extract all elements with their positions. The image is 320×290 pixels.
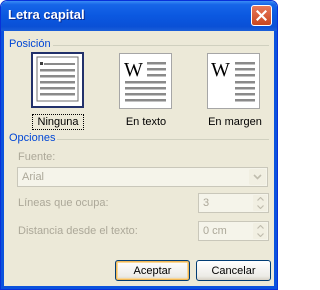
title-bar[interactable]: Letra capital — [1, 1, 277, 31]
distance-spin-buttons — [253, 223, 267, 239]
dropcap-glyph: W — [124, 59, 143, 81]
chevron-down-icon — [253, 174, 262, 180]
font-select[interactable]: Arial — [17, 167, 268, 187]
option-in-margin-label[interactable]: En margen — [205, 116, 265, 128]
window-frame-right — [274, 31, 277, 289]
option-none-tile[interactable] — [31, 52, 84, 108]
chevron-down-icon — [256, 205, 264, 209]
distance-value: 0 cm — [203, 225, 227, 237]
close-icon — [256, 10, 267, 21]
dialog-window: Letra capital Posición Ninguna W En text… — [0, 0, 278, 290]
distance-increment-button[interactable] — [253, 223, 267, 231]
lines-label: Líneas que ocupa: — [18, 197, 109, 209]
options-section-label: Opciones — [9, 132, 56, 144]
distance-spinner[interactable]: 0 cm — [198, 221, 269, 241]
option-none-label[interactable]: Ninguna — [32, 114, 84, 130]
window-title: Letra capital — [8, 7, 85, 22]
no-dropcap-icon — [36, 56, 79, 102]
font-label: Fuente: — [18, 151, 56, 163]
chevron-up-icon — [256, 197, 264, 201]
lines-spinner[interactable]: 3 — [198, 193, 269, 213]
margin-glyph: W — [211, 59, 230, 81]
ok-button[interactable]: Aceptar — [115, 260, 190, 281]
lines-increment-button[interactable] — [253, 195, 267, 203]
window-frame-bottom — [1, 286, 277, 289]
lines-spin-buttons — [253, 195, 267, 211]
font-value: Arial — [22, 171, 45, 183]
options-divider — [57, 139, 269, 140]
chevron-down-icon — [256, 233, 264, 237]
lines-decrement-button[interactable] — [253, 203, 267, 211]
option-in-text-tile[interactable]: W — [119, 53, 172, 109]
position-divider — [53, 45, 269, 46]
lines-value: 3 — [203, 197, 210, 209]
distance-decrement-button[interactable] — [253, 231, 267, 239]
option-in-text-label[interactable]: En texto — [118, 116, 174, 128]
dropped-icon: W — [124, 59, 166, 102]
option-in-margin-tile[interactable]: W — [207, 53, 260, 109]
distance-label: Distancia desde el texto: — [18, 225, 138, 237]
position-section-label: Posición — [9, 38, 51, 50]
font-dropdown-button[interactable] — [249, 169, 266, 185]
close-button[interactable] — [251, 5, 272, 26]
in-margin-icon: W — [211, 59, 255, 102]
cancel-button[interactable]: Cancelar — [196, 260, 271, 281]
chevron-up-icon — [256, 225, 264, 229]
